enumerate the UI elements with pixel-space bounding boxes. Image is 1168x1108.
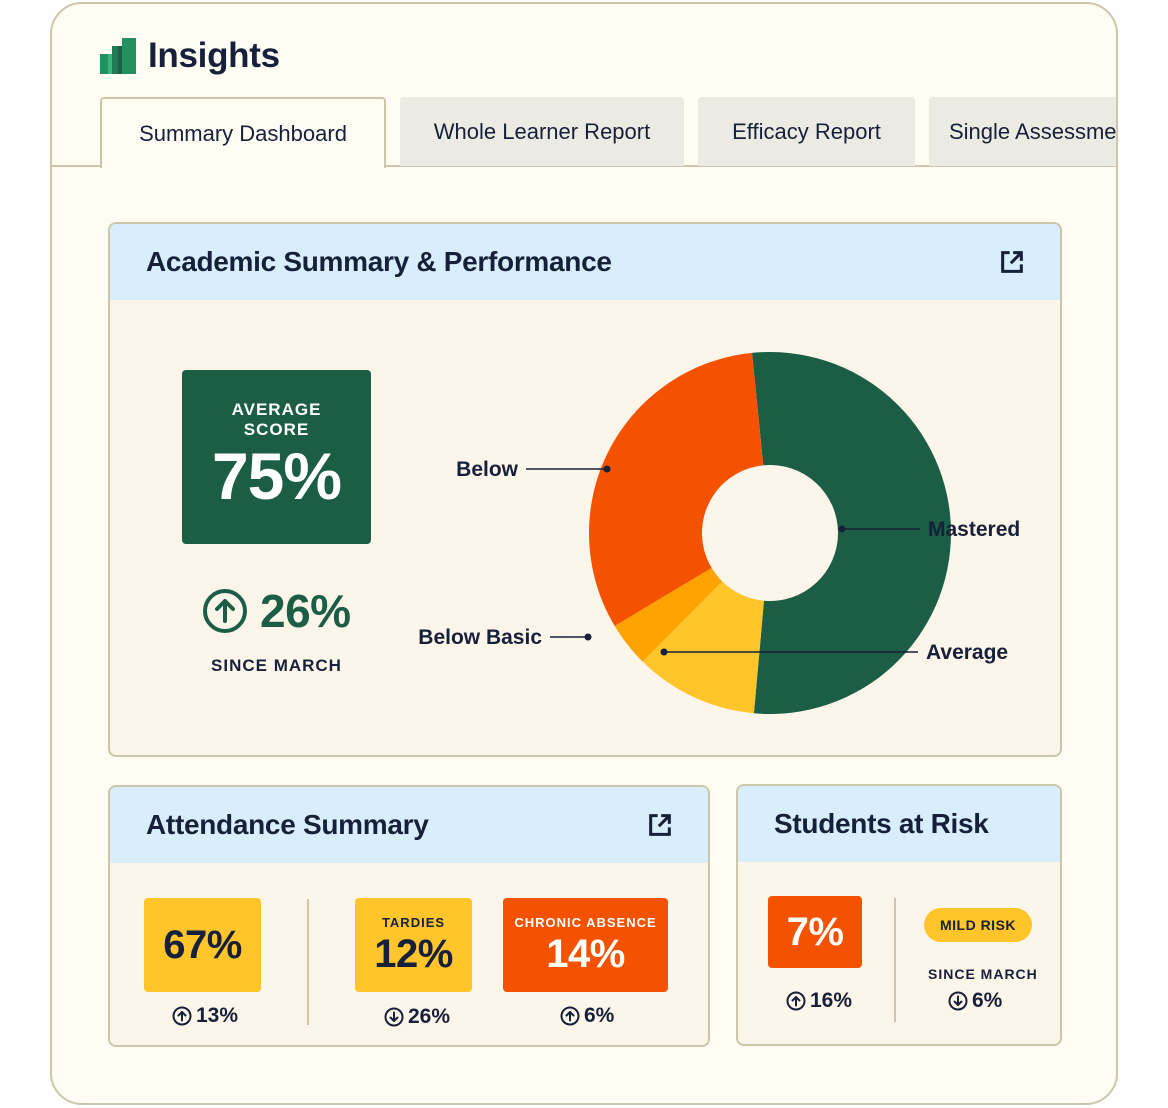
insights-window: Insights Summary Dashboard Whole Learner… — [50, 2, 1118, 1105]
arrow-up-circle-icon — [786, 991, 806, 1011]
risk-caption: SINCE MARCH — [928, 966, 1038, 982]
tardies-card: TARDIES 12% — [355, 898, 472, 992]
delta-value: 26% — [408, 1005, 451, 1028]
panel-header: Attendance Summary — [110, 787, 708, 863]
academic-summary-panel: Academic Summary & Performance AVERAGE S… — [108, 222, 1062, 757]
chronic-absence-value: 14% — [546, 931, 625, 976]
divider — [307, 899, 309, 1025]
risk-caption-delta: 6% — [948, 989, 1002, 1013]
tab-single-assessment[interactable]: Single Assessment — [929, 97, 1116, 166]
arrow-up-circle-icon — [172, 1006, 192, 1026]
donut-slice-mastered — [752, 352, 952, 714]
tardies-value: 12% — [374, 931, 453, 976]
attendance-summary-panel: Attendance Summary 67% 13% TARDIES 12% 2… — [108, 785, 710, 1047]
panel-title: Students at Risk — [774, 808, 989, 839]
chronic-absence-label: CHRONIC ABSENCE — [514, 914, 657, 930]
attendance-rate-card: 67% — [144, 898, 261, 992]
callout-dot-below-basic — [584, 633, 592, 641]
chronic-absence-card: CHRONIC ABSENCE 14% — [503, 898, 668, 992]
donut-label-below-basic: Below Basic — [418, 626, 542, 649]
donut-label-average: Average — [926, 641, 1008, 664]
arrow-down-circle-icon — [948, 991, 968, 1011]
donut-label-mastered: Mastered — [928, 518, 1020, 541]
tab-whole-learner-report[interactable]: Whole Learner Report — [400, 97, 684, 166]
at-risk-delta: 16% — [786, 989, 852, 1013]
delta-value: 16% — [810, 989, 853, 1012]
arrow-up-circle-icon — [560, 1006, 580, 1026]
callout-dot-below — [603, 465, 611, 473]
tardies-delta: 26% — [384, 1005, 450, 1029]
performance-donut-chart: Mastered Average Below Basic Below — [418, 352, 1020, 714]
at-risk-value: 7% — [786, 910, 844, 954]
tardies-label: TARDIES — [381, 914, 446, 930]
external-link-icon[interactable] — [646, 811, 674, 839]
attendance-rate-value: 67% — [163, 923, 242, 967]
delta-value: 6% — [584, 1004, 615, 1027]
chronic-absence-delta: 6% — [560, 1004, 614, 1028]
panel-header: Students at Risk — [738, 786, 1060, 862]
app-title: Insights — [148, 36, 280, 75]
delta-value: 6% — [972, 989, 1003, 1012]
donut-slice-below — [588, 352, 764, 626]
callout-dot-mastered — [838, 525, 846, 533]
app-header: Insights — [100, 36, 280, 76]
delta-value: 13% — [196, 1004, 239, 1027]
at-risk-card: 7% — [768, 896, 862, 968]
divider — [894, 898, 896, 1022]
tab-efficacy-report[interactable]: Efficacy Report — [698, 97, 915, 166]
tab-summary-dashboard[interactable]: Summary Dashboard — [100, 97, 386, 168]
callout-dot-average — [660, 648, 668, 656]
attendance-rate-delta: 13% — [172, 1004, 238, 1028]
arrow-down-circle-icon — [384, 1007, 404, 1027]
bar-chart-logo-icon — [100, 38, 138, 74]
donut-label-below: Below — [456, 458, 519, 481]
mild-risk-badge: MILD RISK — [924, 908, 1032, 942]
students-at-risk-panel: Students at Risk 7% 16% MILD RISK SINCE … — [736, 784, 1062, 1046]
panel-title: Attendance Summary — [146, 809, 429, 840]
